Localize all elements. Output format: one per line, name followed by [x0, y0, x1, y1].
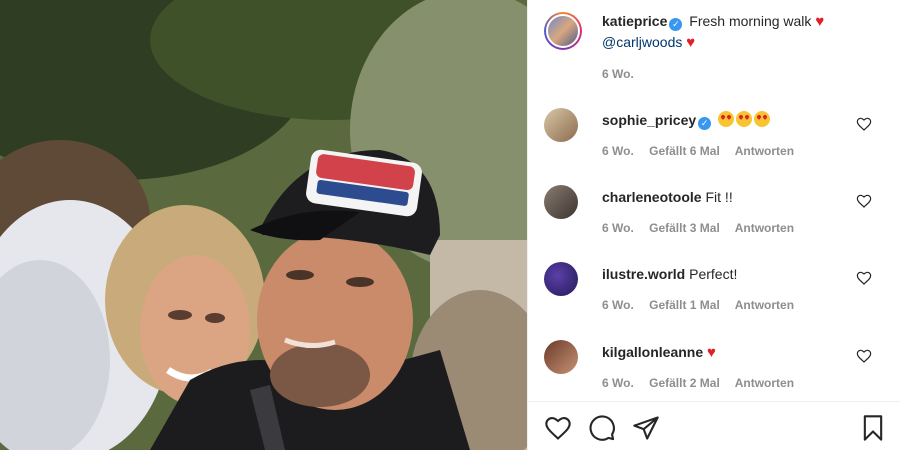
post-detail-panel: katieprice ✓ Fresh morning walk ♥ @carljw… — [527, 0, 900, 450]
mention-link[interactable]: @carljwoods — [602, 34, 682, 50]
comment-likes[interactable]: Gefällt 3 Mal — [649, 221, 720, 235]
comment-age[interactable]: 6 Wo. — [602, 221, 634, 235]
caption-text: Fresh morning walk — [689, 13, 812, 29]
author-username[interactable]: katieprice — [602, 13, 667, 29]
red-heart-emoji-icon: ♥ — [707, 344, 716, 361]
like-comment-heart-icon[interactable] — [856, 116, 872, 132]
comment-age[interactable]: 6 Wo. — [602, 298, 634, 312]
post-age[interactable]: 6 Wo. — [602, 67, 634, 81]
comment-age[interactable]: 6 Wo. — [602, 376, 634, 390]
reply-link[interactable]: Antworten — [735, 298, 794, 312]
commenter-username[interactable]: kilgallonleanne — [602, 344, 703, 360]
like-comment-heart-icon[interactable] — [856, 270, 872, 286]
commenter-username[interactable]: sophie_pricey — [602, 112, 696, 128]
commenter-avatar[interactable] — [544, 108, 578, 142]
comment-age[interactable]: 6 Wo. — [602, 144, 634, 158]
comment-likes[interactable]: Gefällt 2 Mal — [649, 376, 720, 390]
comment-bubble-icon[interactable] — [588, 414, 616, 442]
caption-body: katieprice ✓ Fresh morning walk ♥ @carljw… — [602, 11, 882, 81]
comment-text: Perfect! — [689, 266, 738, 282]
comment-likes[interactable]: Gefällt 1 Mal — [649, 298, 720, 312]
verified-badge-icon: ✓ — [698, 117, 712, 130]
comment-item: kilgallonleanne ♥ 6 Wo. Gefällt 2 Mal An… — [544, 340, 884, 410]
save-bookmark-icon[interactable] — [859, 414, 887, 442]
red-heart-emoji-icon: ♥ — [686, 34, 696, 51]
comment-text: Fit !! — [705, 189, 733, 205]
comment-item: sophie_pricey ✓ 6 Wo. Gefällt 6 Mal Antwo… — [544, 108, 884, 178]
comment-meta: 6 Wo. Gefällt 2 Mal Antworten — [602, 376, 806, 390]
selfie-image — [0, 0, 527, 450]
comment-meta: 6 Wo. Gefällt 1 Mal Antworten — [602, 298, 806, 312]
like-comment-heart-icon[interactable] — [856, 348, 872, 364]
comment-meta: 6 Wo. Gefällt 3 Mal Antworten — [602, 221, 806, 235]
heart-eyes-emoji-icon — [718, 111, 772, 128]
like-comment-heart-icon[interactable] — [856, 193, 872, 209]
post-photo[interactable] — [0, 0, 527, 450]
comment-likes[interactable]: Gefällt 6 Mal — [649, 144, 720, 158]
red-heart-emoji-icon: ♥ — [815, 13, 825, 30]
verified-badge-icon: ✓ — [669, 18, 683, 31]
post-action-bar — [528, 401, 900, 450]
comment-item: ilustre.world Perfect! 6 Wo. Gefällt 1 M… — [544, 262, 884, 332]
commenter-username[interactable]: charleneotoole — [602, 189, 702, 205]
reply-link[interactable]: Antworten — [735, 221, 794, 235]
share-paper-plane-icon[interactable] — [632, 414, 660, 442]
like-heart-icon[interactable] — [544, 414, 572, 442]
comment-item: charleneotoole Fit !! 6 Wo. Gefällt 3 Ma… — [544, 185, 884, 255]
commenter-username[interactable]: ilustre.world — [602, 266, 685, 282]
commenter-avatar[interactable] — [544, 262, 578, 296]
comment-meta: 6 Wo. Gefällt 6 Mal Antworten — [602, 144, 806, 158]
author-avatar[interactable] — [544, 12, 582, 50]
commenter-avatar[interactable] — [544, 185, 578, 219]
reply-link[interactable]: Antworten — [735, 376, 794, 390]
reply-link[interactable]: Antworten — [735, 144, 794, 158]
commenter-avatar[interactable] — [544, 340, 578, 374]
